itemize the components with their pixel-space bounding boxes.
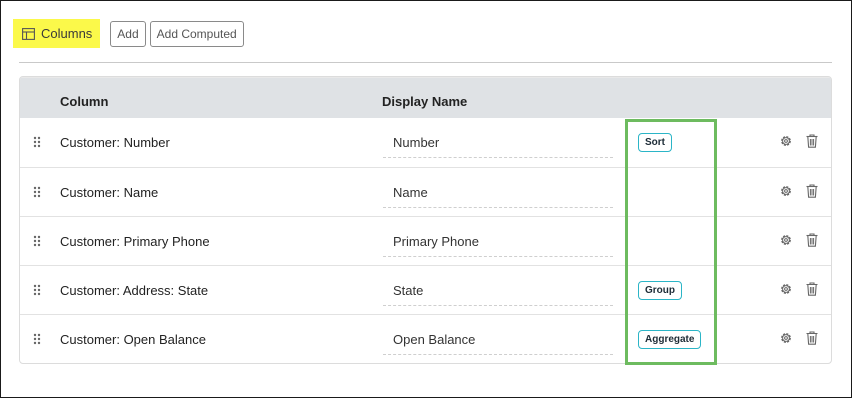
column-name: Customer: Address: State xyxy=(60,283,209,298)
display-name-value: Open Balance xyxy=(393,332,476,347)
column-name: Customer: Open Balance xyxy=(60,332,206,347)
drag-handle-icon[interactable] xyxy=(33,333,41,345)
aggregate-badge[interactable]: Aggregate xyxy=(638,330,702,349)
table-row[interactable]: Customer: Primary Phone Primary Phone xyxy=(20,216,831,265)
drag-handle-icon[interactable] xyxy=(33,284,41,296)
display-name-value: Name xyxy=(393,185,428,200)
group-badge[interactable]: Group xyxy=(638,281,682,300)
column-name: Customer: Number xyxy=(60,135,170,150)
table-body: Customer: Number Number Sort Customer: N… xyxy=(20,118,831,363)
column-name: Customer: Primary Phone xyxy=(60,234,210,249)
table-row[interactable]: Customer: Address: State State Group xyxy=(20,265,831,314)
divider xyxy=(19,62,832,63)
add-button[interactable]: Add xyxy=(110,20,146,47)
display-name-input[interactable]: State xyxy=(383,276,613,306)
gear-icon[interactable] xyxy=(779,282,793,296)
add-computed-button[interactable]: Add Computed xyxy=(149,20,244,47)
display-name-value: Primary Phone xyxy=(393,234,479,249)
trash-icon[interactable] xyxy=(806,282,818,296)
display-name-input[interactable]: Primary Phone xyxy=(383,227,613,257)
trash-icon[interactable] xyxy=(806,233,818,247)
table-row[interactable]: Customer: Open Balance Open Balance Aggr… xyxy=(20,314,831,363)
column-name: Customer: Name xyxy=(60,185,159,200)
drag-handle-icon[interactable] xyxy=(33,136,41,148)
display-name-value: Number xyxy=(393,135,440,150)
drag-handle-icon[interactable] xyxy=(33,186,41,198)
columns-button-label: Columns xyxy=(41,26,93,41)
sort-badge[interactable]: Sort xyxy=(638,133,672,152)
toolbar: Columns Add Add Computed xyxy=(13,19,244,48)
gear-icon[interactable] xyxy=(779,134,793,148)
trash-icon[interactable] xyxy=(806,184,818,198)
display-name-input[interactable]: Name xyxy=(383,178,613,208)
display-name-header: Display Name xyxy=(382,94,468,109)
table-header: Column Display Name xyxy=(20,77,831,118)
display-name-input[interactable]: Open Balance xyxy=(383,325,613,355)
gear-icon[interactable] xyxy=(779,184,793,198)
drag-handle-icon[interactable] xyxy=(33,235,41,247)
gear-icon[interactable] xyxy=(779,233,793,247)
column-header: Column xyxy=(60,94,109,109)
table-row[interactable]: Customer: Number Number Sort xyxy=(20,118,831,167)
columns-table: Column Display Name Customer: Number Num… xyxy=(19,76,832,364)
trash-icon[interactable] xyxy=(806,331,818,345)
trash-icon[interactable] xyxy=(806,134,818,148)
display-name-value: State xyxy=(393,283,424,298)
table-columns-icon xyxy=(22,27,35,40)
display-name-input[interactable]: Number xyxy=(383,128,613,158)
table-row[interactable]: Customer: Name Name xyxy=(20,167,831,216)
columns-button[interactable]: Columns xyxy=(13,19,101,48)
gear-icon[interactable] xyxy=(779,331,793,345)
